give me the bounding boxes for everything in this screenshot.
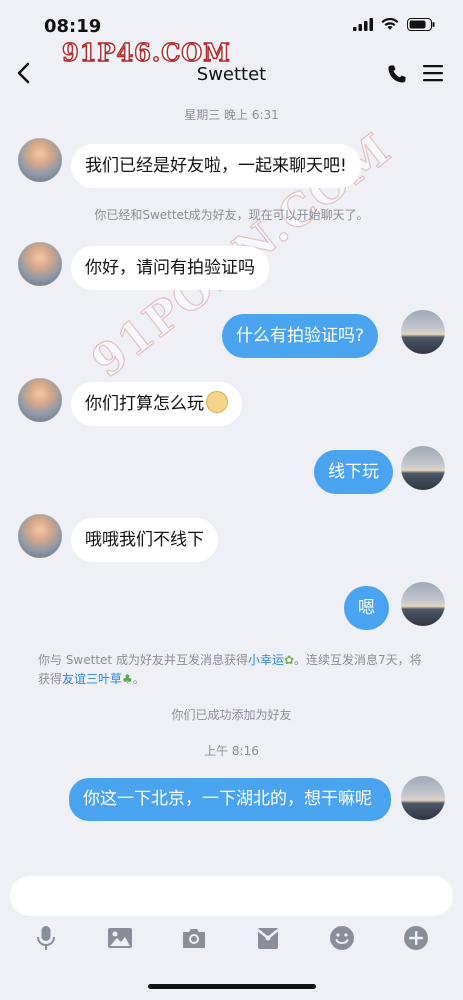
my-avatar[interactable] xyxy=(401,310,445,354)
emoji-button[interactable] xyxy=(328,924,356,952)
camera-icon xyxy=(183,929,205,948)
message-outgoing[interactable]: 线下玩 xyxy=(314,450,393,494)
clover-icon: ♣ xyxy=(122,672,133,686)
message-outgoing[interactable]: 什么有拍验证吗? xyxy=(222,314,379,358)
system-message: 你们已成功添加为好友 xyxy=(171,708,292,722)
message-input[interactable] xyxy=(10,876,453,916)
my-avatar[interactable] xyxy=(401,582,445,626)
message-incoming[interactable]: 你们打算怎么玩 xyxy=(71,382,242,426)
chat-list[interactable]: 星期三 晚上 6:31 我们已经是好友啦，一起来聊天吧! 你已经和Swettet… xyxy=(0,100,463,866)
microphone-icon xyxy=(37,926,55,950)
status-icons xyxy=(353,18,435,31)
system-message: 你已经和Swettet成为好友，现在可以开始聊天了。 xyxy=(94,208,369,222)
message-incoming[interactable]: 哦哦我们不线下 xyxy=(71,518,218,562)
menu-button[interactable] xyxy=(423,64,443,86)
menu-icon xyxy=(423,65,443,82)
red-packet-icon xyxy=(257,928,279,949)
plus-icon xyxy=(404,926,428,950)
contact-avatar[interactable] xyxy=(18,138,62,182)
emoji-icon xyxy=(330,926,354,950)
chat-header: Swettet xyxy=(0,52,463,96)
my-avatar[interactable] xyxy=(401,446,445,490)
system-message-reward: 你与 Swettet 成为好友并互发消息获得小幸运✿。连续互发消息7天，将获得友… xyxy=(38,651,429,689)
voice-button[interactable] xyxy=(32,924,60,952)
status-time: 08:19 xyxy=(44,16,102,37)
sprout-icon: ✿ xyxy=(283,653,295,667)
battery-icon xyxy=(407,18,435,31)
contact-avatar[interactable] xyxy=(18,242,62,286)
system-text: 你与 Swettet 成为好友并互发消息获得 xyxy=(38,653,248,667)
timestamp: 上午 8:16 xyxy=(204,744,259,758)
message-incoming[interactable]: 我们已经是好友啦，一起来聊天吧! xyxy=(71,144,361,188)
camera-button[interactable] xyxy=(180,924,208,952)
lucky-link[interactable]: 小幸运 xyxy=(248,653,284,667)
gallery-button[interactable] xyxy=(106,924,134,952)
home-indicator[interactable] xyxy=(148,984,316,989)
wifi-icon xyxy=(381,18,399,30)
input-bar xyxy=(0,866,463,1000)
clover-link[interactable]: 友谊三叶草 xyxy=(62,672,122,686)
message-outgoing[interactable]: 你这一下北京，一下湖北的，想干嘛呢 xyxy=(69,778,391,821)
toolbar xyxy=(0,924,463,954)
my-avatar[interactable] xyxy=(401,776,445,820)
phone-icon xyxy=(388,65,406,83)
call-button[interactable] xyxy=(387,64,407,88)
timestamp: 星期三 晚上 6:31 xyxy=(184,108,279,122)
signal-icon xyxy=(353,18,373,31)
contact-avatar[interactable] xyxy=(18,514,62,558)
contact-avatar[interactable] xyxy=(18,378,62,422)
more-button[interactable] xyxy=(402,924,430,952)
image-icon xyxy=(108,928,132,948)
red-packet-button[interactable] xyxy=(254,924,282,952)
message-outgoing[interactable]: 嗯 xyxy=(344,586,389,630)
system-text: 。 xyxy=(132,672,145,686)
message-text: 你们打算怎么玩 xyxy=(85,394,204,414)
message-incoming[interactable]: 你好，请问有拍验证吗 xyxy=(71,246,269,290)
shocked-emoji-icon xyxy=(206,391,228,413)
